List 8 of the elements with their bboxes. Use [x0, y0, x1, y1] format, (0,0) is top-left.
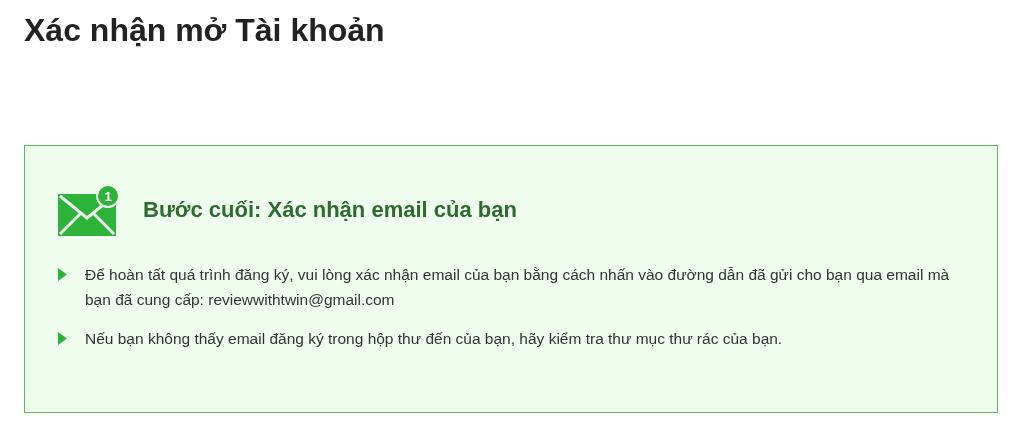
bullet-icon [58, 332, 67, 345]
instruction-text: Nếu bạn không thấy email đăng ký trong hộp thư đến của bạn, hãy kiểm tra thư mục thư rác của bạn. [85, 329, 783, 349]
page-title: Xác nhận mở Tài khoản [24, 11, 386, 50]
bullet-icon [58, 268, 67, 281]
instruction-text: Để hoàn tất quá trình đăng ký, vui lòng xác nhận email của bạn bằng cách nhấn vào đường dẫn đã gửi cho bạn qua email mà bạn đã cung cấp: reviewwithtwin@gmail.com [85, 265, 951, 310]
envelope-icon [58, 194, 116, 236]
notice-heading: Bước cuối: Xác nhận email của bạn [143, 197, 517, 223]
notification-badge: 1 [96, 184, 120, 208]
